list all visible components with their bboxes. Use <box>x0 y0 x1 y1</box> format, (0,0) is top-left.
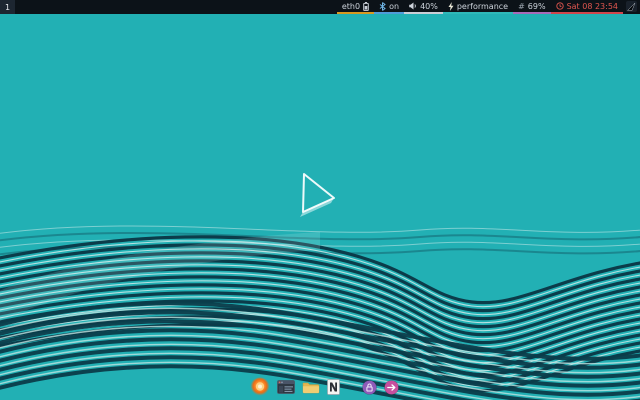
text-editor-icon <box>327 379 340 395</box>
clock-label: Sat 08 23:54 <box>567 2 618 11</box>
battery-icon <box>363 2 369 11</box>
logout-button[interactable] <box>384 380 399 395</box>
power-profile-label: performance <box>457 2 508 11</box>
bluetooth-icon <box>379 2 386 11</box>
play-triangle-logo <box>296 168 342 224</box>
cpu-label: 69% <box>528 2 546 11</box>
clock-icon <box>556 2 564 10</box>
cpu-module[interactable]: # 69% <box>513 0 550 14</box>
wallpaper-waves <box>0 0 640 400</box>
folder-icon <box>302 380 320 394</box>
volume-module[interactable]: 40% <box>404 0 443 14</box>
status-bar: 1 eth0 on 40 <box>0 0 640 14</box>
logout-arrow-icon <box>384 380 399 395</box>
desktop: 1 eth0 on 40 <box>0 0 640 400</box>
network-label: eth0 <box>342 2 360 11</box>
orb-launcher-button[interactable] <box>250 377 270 397</box>
orb-launcher-icon <box>250 377 270 397</box>
app-tray-icon <box>626 1 637 12</box>
bluetooth-label: on <box>389 2 399 11</box>
tray-app[interactable] <box>623 0 640 14</box>
file-manager-button[interactable] <box>302 380 320 394</box>
lock-screen-button[interactable] <box>362 380 377 395</box>
network-module[interactable]: eth0 <box>337 0 374 14</box>
volume-label: 40% <box>420 2 438 11</box>
terminal-button[interactable] <box>277 380 295 394</box>
power-profile-module[interactable]: performance <box>443 0 513 14</box>
bolt-icon <box>448 2 454 11</box>
status-modules: eth0 on 40% <box>337 0 640 14</box>
clock-module[interactable]: Sat 08 23:54 <box>551 0 623 14</box>
cpu-glyph: # <box>518 2 525 11</box>
bluetooth-module[interactable]: on <box>374 0 404 14</box>
dock <box>250 377 399 397</box>
terminal-icon <box>277 380 295 394</box>
text-editor-button[interactable] <box>327 379 340 395</box>
lock-icon <box>362 380 377 395</box>
volume-icon <box>409 2 417 10</box>
workspace-indicator[interactable]: 1 <box>0 0 15 14</box>
